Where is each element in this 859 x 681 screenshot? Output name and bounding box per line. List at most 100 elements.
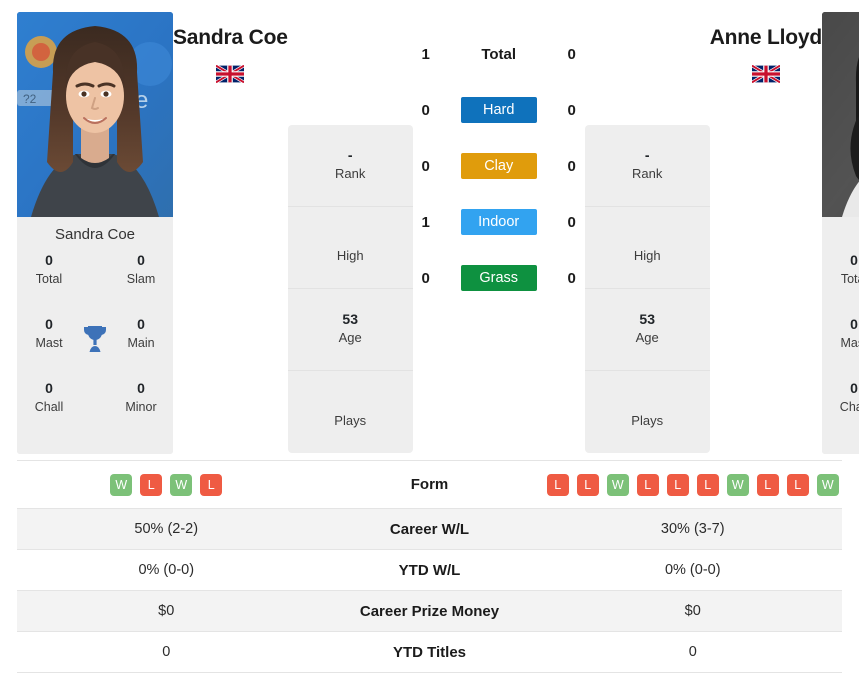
form-badge-loss[interactable]: L — [200, 473, 223, 496]
ytd-wl-left: 0% (0-0) — [138, 562, 195, 578]
player-card-right[interactable]: Anne Lloyd 0 Total 0 Slam 0 Mast — [822, 12, 859, 454]
player-card-name-right: Anne Lloyd — [822, 217, 859, 252]
ytd-wl-right: 0% (0-0) — [664, 562, 721, 578]
titles-slam-label: Slam — [126, 271, 156, 286]
stat-rank-label: Rank — [632, 166, 663, 182]
surface-clay-left-count: 0 — [421, 157, 430, 175]
stat-age-value: 53 — [639, 311, 655, 328]
form-badge-win[interactable]: W — [170, 473, 193, 496]
titles-row-middle: 0 Mast 0 Main — [830, 316, 859, 380]
surface-clay-right-count: 0 — [567, 157, 576, 175]
form-badge-win[interactable]: W — [606, 473, 629, 496]
titles-chall-right: 0 Chall — [830, 380, 859, 416]
row-label-ytd-wl: YTD W/L — [398, 561, 461, 579]
svg-text:?2: ?2 — [23, 92, 37, 106]
surface-indoor-right-count: 0 — [567, 213, 576, 231]
titles-total-label: Total — [35, 271, 63, 286]
stat-rank-value: - — [347, 147, 353, 164]
player-card-left[interactable]: ?2 e Sandra Coe 0 Total 0 Slam 0 Mast 0 … — [17, 12, 173, 454]
titles-total-label: Total — [840, 271, 859, 286]
surface-row-grass: 0 Grass 0 — [413, 250, 585, 306]
titles-minor-value: 0 — [137, 380, 145, 396]
form-badge-loss[interactable]: L — [756, 473, 779, 496]
row-label-career-wl: Career W/L — [389, 520, 470, 538]
form-badge-win[interactable]: W — [816, 473, 839, 496]
surface-row-indoor: 1 Indoor 0 — [413, 194, 585, 250]
titles-row-bottom: 0 Chall 0 Minor — [830, 380, 859, 444]
form-badge-loss[interactable]: L — [696, 473, 719, 496]
row-label-career-prize-money: Career Prize Money — [359, 602, 500, 620]
titles-total-left: 0 Total — [25, 252, 73, 288]
titles-chall-left: 0 Chall — [25, 380, 73, 416]
form-badge-loss[interactable]: L — [546, 473, 569, 496]
player-photo-right — [822, 12, 859, 217]
stat-rank-value: - — [644, 147, 650, 164]
stat-rank-left: - Rank — [287, 125, 413, 207]
titles-total-value: 0 — [850, 252, 858, 268]
table-row-form: WLWL Form LLWLLLWLLW — [17, 461, 842, 509]
surface-row-total: 1 Total 0 — [413, 26, 585, 82]
stat-rank-label: Rank — [335, 166, 366, 182]
player-portrait-left-image: ?2 e — [17, 12, 173, 217]
titles-row-top: 0 Total 0 Slam — [25, 252, 165, 316]
surface-hard-badge[interactable]: Hard — [460, 97, 537, 123]
row-label-ytd-titles: YTD Titles — [392, 643, 467, 661]
surface-indoor-badge[interactable]: Indoor — [460, 209, 537, 235]
form-badge-list-left: WLWL — [110, 473, 223, 496]
surface-grass-badge-shell: Grass — [447, 265, 551, 291]
surface-row-hard: 0 Hard 0 — [413, 82, 585, 138]
form-badge-win[interactable]: W — [110, 473, 133, 496]
gb-flag-icon-glyph — [751, 65, 780, 84]
surface-grass-badge[interactable]: Grass — [460, 265, 537, 291]
form-badge-list-right: LLWLLLWLLW — [546, 473, 839, 496]
surface-clay-badge[interactable]: Clay — [460, 153, 537, 179]
surface-comparison-column: 1 Total 0 0 Hard 0 0 Clay 0 1 Indoor 0 0… — [413, 26, 585, 306]
name-block-right: Anne Lloyd — [710, 12, 823, 84]
titles-grid-left: 0 Total 0 Slam 0 Mast 0 Main 0 Chall 0 M… — [17, 252, 173, 454]
career-wl-left: 50% (2-2) — [134, 521, 199, 537]
table-row-ytd-wl: 0% (0-0) YTD W/L 0% (0-0) — [17, 550, 842, 591]
titles-minor-left: 0 Minor — [117, 380, 165, 416]
gb-flag-icon-right — [751, 65, 780, 84]
titles-slam-left: 0 Slam — [117, 252, 165, 288]
table-row-ytd-titles: 0 YTD Titles 0 — [17, 632, 842, 673]
titles-minor-label: Minor — [125, 399, 157, 414]
surface-indoor-left-count: 1 — [421, 213, 430, 231]
titles-mast-left: 0 Mast — [25, 316, 73, 352]
trophy-icon-glyph — [84, 326, 106, 352]
surface-grass-left-count: 0 — [421, 269, 430, 287]
titles-mast-right: 0 Mast — [830, 316, 859, 352]
titles-main-label: Main — [127, 335, 155, 350]
form-badge-loss[interactable]: L — [636, 473, 659, 496]
surface-indoor-badge-shell: Indoor — [447, 209, 551, 235]
career-prize-money-left: $0 — [158, 603, 175, 619]
stat-high-left: High — [287, 207, 413, 289]
surface-grass-right-count: 0 — [567, 269, 576, 287]
stat-stack-right: - Rank High 53 Age Plays — [584, 125, 710, 453]
stat-plays-label: Plays — [334, 412, 367, 428]
titles-chall-value: 0 — [45, 380, 53, 396]
titles-mast-value: 0 — [850, 316, 858, 332]
stat-high-label: High — [336, 248, 364, 264]
form-badge-loss[interactable]: L — [576, 473, 599, 496]
stat-age-label: Age — [635, 330, 659, 346]
titles-row-bottom: 0 Chall 0 Minor — [25, 380, 165, 444]
titles-slam-value: 0 — [137, 252, 145, 268]
stat-rank-right: - Rank — [584, 125, 710, 207]
form-badge-win[interactable]: W — [726, 473, 749, 496]
surface-row-clay: 0 Clay 0 — [413, 138, 585, 194]
ytd-titles-left: 0 — [162, 644, 171, 660]
stat-high-right: High — [584, 207, 710, 289]
stat-high-label: High — [633, 248, 661, 264]
surface-hard-left-count: 0 — [421, 101, 430, 119]
form-badges-left: WLWL — [17, 473, 316, 496]
form-badge-loss[interactable]: L — [666, 473, 689, 496]
titles-main-left: 0 Main — [117, 316, 165, 352]
player-name-left[interactable]: Sandra Coe — [173, 26, 288, 49]
career-wl-right: 30% (3-7) — [660, 521, 725, 537]
form-badge-loss[interactable]: L — [140, 473, 163, 496]
stat-age-value: 53 — [342, 311, 358, 328]
player-name-right[interactable]: Anne Lloyd — [710, 26, 823, 49]
form-badge-loss[interactable]: L — [786, 473, 809, 496]
titles-row-top: 0 Total 0 Slam — [830, 252, 859, 316]
